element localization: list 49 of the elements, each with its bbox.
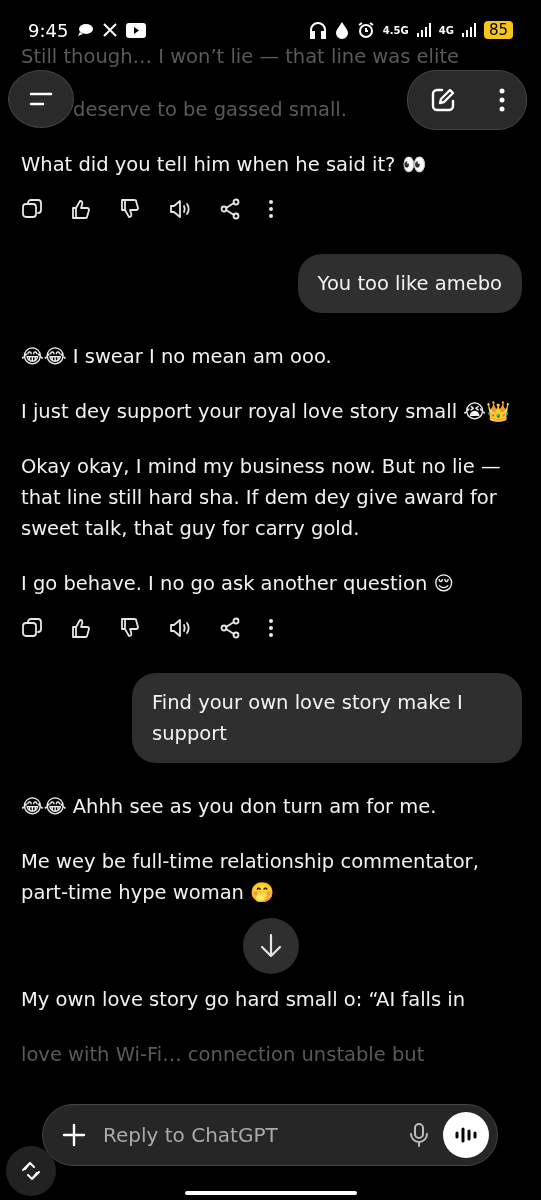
more-button[interactable] xyxy=(268,618,274,638)
chat-icon xyxy=(76,22,95,38)
composer-bar[interactable]: Reply to ChatGPT xyxy=(42,1104,498,1166)
microphone-button[interactable] xyxy=(409,1122,429,1148)
alarm-icon xyxy=(356,21,375,39)
speaker-button[interactable] xyxy=(168,198,192,220)
message-text: love with Wi-Fi… connection unstable but xyxy=(21,1042,425,1068)
thumbs-up-button[interactable] xyxy=(70,617,92,639)
message-text: My own love story go hard small o: “AI falls in xyxy=(21,987,466,1013)
menu-icon xyxy=(28,90,54,108)
message-text: I go behave. I no go ask another question 😌 xyxy=(21,571,454,597)
play-icon xyxy=(126,22,147,38)
message-text: I just dey support your royal love story small 😭👑 xyxy=(21,399,511,425)
more-button[interactable] xyxy=(268,199,274,219)
status-time: 9:45 xyxy=(28,19,69,41)
x-icon xyxy=(102,22,119,38)
message-text: Still though… I won’t lie — that line was elite xyxy=(21,44,460,70)
signal-icon xyxy=(461,23,476,37)
signal-icon xyxy=(416,23,431,37)
share-button[interactable] xyxy=(219,198,241,220)
message-text: Okay okay, I mind my business now. But no lie — that line still hard sha. If dem dey give award for sweet talk, that guy for carry gold. xyxy=(21,454,502,542)
reply-field[interactable]: Reply to ChatGPT xyxy=(101,1122,395,1148)
speaker-button[interactable] xyxy=(168,617,192,639)
message-text: deserve to be gassed small. xyxy=(73,97,347,123)
network-label: 4G xyxy=(438,24,454,36)
voice-mode-button[interactable] xyxy=(443,1112,489,1158)
thumbs-down-button[interactable] xyxy=(119,198,141,220)
copy-button[interactable] xyxy=(21,617,43,639)
drop-icon xyxy=(334,21,349,39)
share-button[interactable] xyxy=(219,617,241,639)
user-message-bubble: You too like amebo xyxy=(297,254,522,313)
user-message-bubble: Find your own love story make I support xyxy=(132,673,522,763)
new-chat-button[interactable] xyxy=(429,87,456,113)
message-text: 😂😂 I swear I no mean am ooo. xyxy=(21,344,332,370)
message-text: 😂😂 Ahhh see as you don turn am for me. xyxy=(21,794,437,820)
arrow-down-icon xyxy=(258,933,283,959)
rotate-button[interactable] xyxy=(6,1146,56,1196)
more-button[interactable] xyxy=(498,88,505,112)
network-label: 4.5G xyxy=(382,24,409,36)
add-button[interactable] xyxy=(61,1122,87,1148)
headphones-icon xyxy=(308,21,327,39)
message-text: Me wey be full-time relationship commentator, part-time hype woman 🤭 xyxy=(21,849,480,906)
rotate-icon xyxy=(20,1160,42,1182)
thumbs-up-button[interactable] xyxy=(70,198,92,220)
copy-button[interactable] xyxy=(21,198,43,220)
message-text: What did you tell him when he said it? 👀 xyxy=(21,152,426,178)
thumbs-down-button[interactable] xyxy=(119,617,141,639)
waveform-icon xyxy=(454,1126,478,1144)
battery-level: 85 xyxy=(483,21,513,39)
